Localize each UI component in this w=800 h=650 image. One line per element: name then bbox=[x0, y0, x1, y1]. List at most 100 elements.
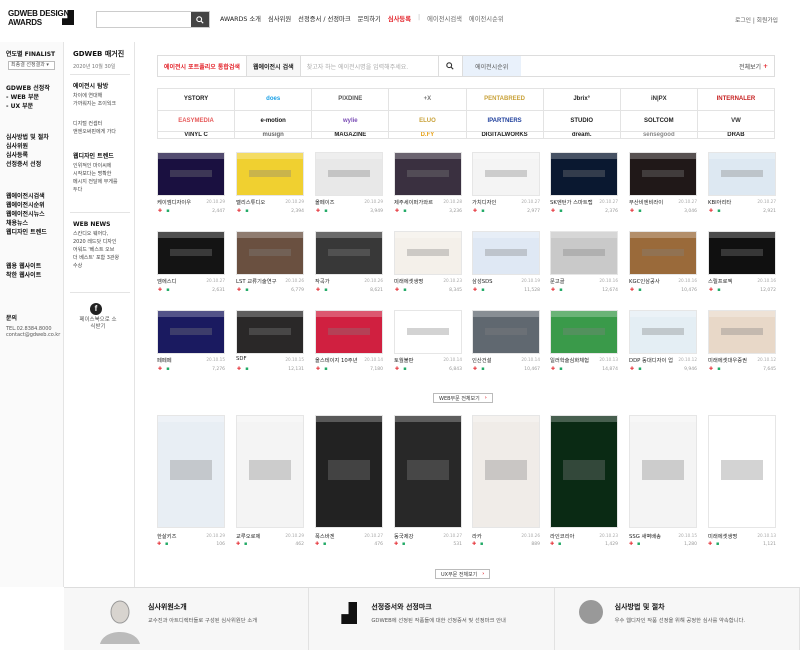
portfolio-card[interactable]: 케이엠디자이우 20.10.29 ✚ ▪ 2,447 bbox=[157, 152, 225, 214]
portfolio-thumbnail[interactable] bbox=[629, 310, 697, 354]
portfolio-card[interactable]: 스릴프로젝 20.10.16 ✚ ▪ 12,072 bbox=[708, 231, 776, 293]
agency-logo[interactable]: does bbox=[235, 89, 313, 111]
portfolio-thumbnail[interactable] bbox=[708, 310, 776, 354]
portfolio-name[interactable]: 교루오로제 bbox=[236, 532, 260, 540]
finalist-select[interactable]: 최종결 선정결과 ▾ bbox=[8, 61, 55, 70]
share-icon[interactable]: ▪ bbox=[480, 209, 486, 214]
agency-logo[interactable]: YSTORY bbox=[158, 89, 236, 111]
share-icon[interactable]: ▪ bbox=[244, 367, 250, 372]
share-icon[interactable]: ▪ bbox=[165, 542, 171, 547]
portfolio-thumbnail[interactable] bbox=[629, 415, 697, 528]
agency-logo[interactable]: MAGAZINE bbox=[312, 132, 390, 139]
portfolio-thumbnail[interactable] bbox=[472, 231, 540, 275]
portfolio-card[interactable]: 동국제강 20.10.27 ✚ ▪ 531 bbox=[394, 415, 462, 547]
portfolio-thumbnail[interactable] bbox=[472, 310, 540, 354]
share-icon[interactable]: ▪ bbox=[637, 209, 643, 214]
portfolio-thumbnail[interactable] bbox=[236, 152, 304, 196]
like-icon[interactable]: ✚ bbox=[550, 288, 556, 293]
agency-logo[interactable]: ELUO bbox=[389, 110, 467, 132]
portfolio-name[interactable]: 멜리스튜디오 bbox=[236, 198, 280, 206]
agency-logo[interactable]: INTERNALER bbox=[697, 89, 775, 111]
agency-logo[interactable]: VW bbox=[697, 110, 775, 132]
portfolio-thumbnail[interactable] bbox=[315, 152, 383, 196]
agency-logo[interactable]: wylie bbox=[312, 110, 390, 132]
magazine-article[interactable]: 웹디자인 트렌드 인위적인 마이씨에 시작보다는 명확한 메시지 전달에 무게를 두다 bbox=[73, 152, 133, 194]
like-icon[interactable]: ✚ bbox=[708, 288, 714, 293]
share-icon[interactable]: ▪ bbox=[165, 367, 171, 372]
portfolio-name[interactable]: 미래에셋생명 bbox=[394, 277, 438, 285]
nav-item[interactable]: 에이전시순위 bbox=[469, 14, 504, 23]
agency-logo[interactable]: e-motion bbox=[235, 110, 313, 132]
portfolio-thumbnail[interactable] bbox=[394, 415, 462, 528]
sidebar-item[interactable]: 심사방법 및 절차 bbox=[6, 133, 49, 142]
portfolio-card[interactable]: SSG 새벽배송 20.10.15 ✚ ▪ 1,280 bbox=[629, 415, 697, 547]
ux-view-all-button[interactable]: UX부문 전체보기 › bbox=[435, 569, 491, 579]
agency-logo[interactable]: sensegood bbox=[620, 132, 698, 139]
like-icon[interactable]: ✚ bbox=[236, 367, 242, 372]
like-icon[interactable]: ✚ bbox=[315, 542, 321, 547]
nav-item[interactable]: 문의하기 bbox=[358, 14, 381, 23]
like-icon[interactable]: ✚ bbox=[157, 542, 163, 547]
like-icon[interactable]: ✚ bbox=[394, 209, 400, 214]
portfolio-thumbnail[interactable] bbox=[315, 310, 383, 354]
portfolio-name[interactable]: SSG 새벽배송 bbox=[629, 532, 661, 540]
portfolio-thumbnail[interactable] bbox=[157, 415, 225, 528]
like-icon[interactable]: ✚ bbox=[394, 288, 400, 293]
portfolio-name[interactable]: 가치디자인 bbox=[472, 198, 516, 206]
portfolio-card[interactable]: 미래에셋생명 20.10.13 ✚ ▪ 1,121 bbox=[708, 415, 776, 547]
portfolio-card[interactable]: 한살키즈 20.10.29 ✚ ▪ 106 bbox=[157, 415, 225, 547]
share-icon[interactable]: ▪ bbox=[716, 209, 722, 214]
portfolio-card[interactable]: 폭스바겐 20.10.27 ✚ ▪ 476 bbox=[315, 415, 383, 547]
share-icon[interactable]: ▪ bbox=[558, 542, 564, 547]
portfolio-name[interactable]: 라인코리아 bbox=[550, 532, 574, 540]
share-icon[interactable]: ▪ bbox=[480, 542, 486, 547]
like-icon[interactable]: ✚ bbox=[236, 209, 242, 214]
agency-logo[interactable]: SOLTCOM bbox=[620, 110, 698, 132]
agency-search-button[interactable] bbox=[439, 56, 463, 76]
portfolio-card[interactable]: 제주세이퍼가와르 20.10.28 ✚ ▪ 3,236 bbox=[394, 152, 462, 214]
portfolio-thumbnail[interactable] bbox=[550, 310, 618, 354]
portfolio-card[interactable]: 라인코리아 20.10.23 ✚ ▪ 1,429 bbox=[550, 415, 618, 547]
nav-item[interactable]: 심사위원 bbox=[268, 14, 291, 23]
share-icon[interactable]: ▪ bbox=[402, 209, 408, 214]
tab-agency-ranking[interactable]: 에이전시순위 bbox=[462, 56, 521, 76]
portfolio-name[interactable]: 문고골 bbox=[550, 277, 594, 285]
portfolio-name[interactable]: DDP 동대디자이 업 bbox=[629, 356, 673, 364]
like-icon[interactable]: ✚ bbox=[315, 367, 321, 372]
portfolio-thumbnail[interactable] bbox=[236, 310, 304, 354]
share-icon[interactable]: ▪ bbox=[165, 288, 171, 293]
portfolio-thumbnail[interactable] bbox=[394, 310, 462, 354]
agency-logo[interactable]: STUDIO bbox=[543, 110, 621, 132]
share-icon[interactable]: ▪ bbox=[716, 542, 722, 547]
portfolio-name[interactable]: 한살키즈 bbox=[157, 532, 177, 540]
sidebar-item[interactable]: 심사등록 bbox=[6, 151, 49, 160]
agency-logo[interactable]: +X bbox=[389, 89, 467, 111]
agency-logo[interactable]: IPARTNERS bbox=[466, 110, 544, 132]
portfolio-card[interactable]: 일러학술심화체험 20.10.13 ✚ ▪ 14,874 bbox=[550, 310, 618, 372]
sidebar-item[interactable]: 착한 웹사이트 bbox=[6, 271, 41, 280]
tab-agency-search[interactable]: 웹에이전시 검색 bbox=[246, 56, 301, 76]
agency-logo[interactable]: D.FY bbox=[389, 132, 467, 139]
share-icon[interactable]: ▪ bbox=[716, 367, 722, 372]
magazine-article[interactable]: 에이전시 탐방 차이에 연대해 가까워지는 조이웍크 bbox=[73, 82, 133, 108]
portfolio-thumbnail[interactable] bbox=[472, 152, 540, 196]
portfolio-name[interactable]: 페페페 bbox=[157, 356, 201, 364]
portfolio-thumbnail[interactable] bbox=[157, 310, 225, 354]
agency-logo[interactable]: iN|PX bbox=[620, 89, 698, 111]
portfolio-name[interactable]: KGC인삼공사 bbox=[629, 277, 673, 285]
portfolio-card[interactable]: 교루오로제 20.10.29 ✚ ▪ 462 bbox=[236, 415, 304, 547]
search-button[interactable] bbox=[191, 12, 209, 27]
like-icon[interactable]: ✚ bbox=[629, 542, 635, 547]
portfolio-thumbnail[interactable] bbox=[394, 231, 462, 275]
portfolio-thumbnail[interactable] bbox=[157, 152, 225, 196]
portfolio-card[interactable]: 삼성SDS 20.10.19 ✚ ▪ 11,528 bbox=[472, 231, 540, 293]
portfolio-name[interactable]: 미래에셋대우증권 bbox=[708, 356, 752, 364]
portfolio-thumbnail[interactable] bbox=[550, 415, 618, 528]
view-all-link[interactable]: 전체보기 + bbox=[733, 56, 774, 76]
share-icon[interactable]: ▪ bbox=[402, 367, 408, 372]
share-icon[interactable]: ▪ bbox=[637, 542, 643, 547]
portfolio-name[interactable]: 제주세이퍼가와르 bbox=[394, 198, 438, 206]
share-icon[interactable]: ▪ bbox=[402, 288, 408, 293]
portfolio-card[interactable]: 멜리스튜디오 20.10.29 ✚ ▪ 2,394 bbox=[236, 152, 304, 214]
footer-process[interactable]: 심사방법 및 절차 우수 웹디자인 작품 선정을 위해 공정한 심사를 약속합니… bbox=[555, 588, 800, 650]
